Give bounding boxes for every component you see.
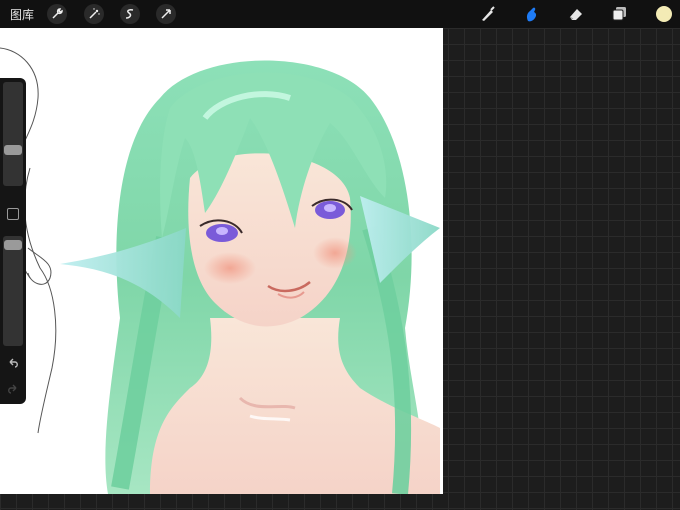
brush-icon[interactable] [478,4,498,24]
left-sidebar [0,78,26,404]
layers-icon[interactable] [610,4,630,24]
redo-icon[interactable] [4,382,22,396]
wrench-icon[interactable] [47,4,67,24]
modifier-button[interactable] [7,208,19,220]
gallery-button[interactable]: 图库 [10,6,34,23]
brush-size-slider[interactable] [3,82,23,186]
drawing-canvas[interactable] [0,28,443,494]
arrow-cursor-icon[interactable] [156,4,176,24]
brush-size-slider-thumb[interactable] [4,145,22,155]
opacity-slider[interactable] [3,236,23,346]
artwork [0,47,440,494]
top-toolbar: 图库 [0,0,680,28]
smudge-finger-icon[interactable] [522,4,542,24]
color-swatch[interactable] [654,4,674,24]
magic-wand-icon[interactable] [84,4,104,24]
eraser-icon[interactable] [566,4,586,24]
opacity-slider-thumb[interactable] [4,240,22,250]
undo-icon[interactable] [4,356,22,370]
selection-s-icon[interactable] [120,4,140,24]
